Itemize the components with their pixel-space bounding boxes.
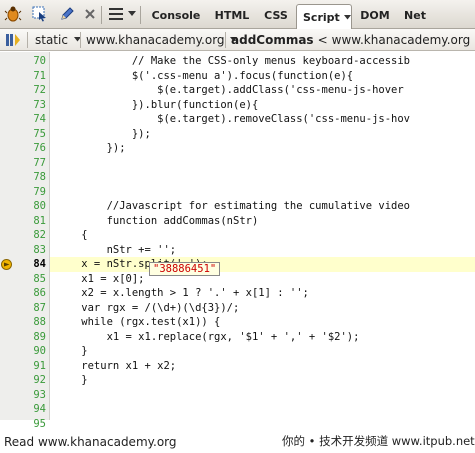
line-number[interactable]: 95 xyxy=(0,417,46,432)
variable-value-tooltip: "38886451" xyxy=(149,262,221,276)
line-number-gutter[interactable]: 70 71 72 73 74 75 76 77 78 79 80 81 82 83 84 85 86 87 88 89… xyxy=(0,52,50,430)
line-number[interactable]: 93 xyxy=(0,388,46,403)
line-number[interactable]: 90 xyxy=(0,344,46,359)
location-separator xyxy=(27,32,28,48)
script-file-selector[interactable]: www.khanacademy.org xyxy=(86,29,237,50)
line-number[interactable]: 88 xyxy=(0,315,46,330)
code-line: } xyxy=(56,374,88,386)
line-number[interactable]: 92 xyxy=(0,373,46,388)
chevron-down-icon xyxy=(343,14,351,19)
tab-script[interactable]: Script xyxy=(296,4,352,29)
line-number[interactable]: 87 xyxy=(0,301,46,316)
script-source-view[interactable]: // Make the CSS-only menus keyboard-acce… xyxy=(51,52,475,420)
tab-css[interactable]: CSS xyxy=(258,5,294,26)
call-stack-separator: < xyxy=(317,32,328,47)
script-location-bar: static www.khanacademy.org addCommas < w… xyxy=(0,29,475,51)
line-number[interactable]: 74 xyxy=(0,112,46,127)
code-line: x2 = x.length > 1 ? '.' + x[1] : ''; xyxy=(56,287,309,299)
tab-script-label: Script xyxy=(303,10,340,24)
line-number[interactable]: 94 xyxy=(0,402,46,417)
line-number[interactable]: 85 xyxy=(0,272,46,287)
edit-pencil-icon[interactable] xyxy=(56,4,78,24)
line-number[interactable]: 89 xyxy=(0,330,46,345)
line-number[interactable]: 81 xyxy=(0,214,46,229)
line-number[interactable]: 82 xyxy=(0,228,46,243)
pause-resume-icon[interactable] xyxy=(2,30,24,50)
inspect-icon[interactable] xyxy=(29,4,51,24)
script-scope-selector[interactable]: static xyxy=(35,29,81,50)
line-number[interactable]: 78 xyxy=(0,170,46,185)
code-line: function addCommas(nStr) xyxy=(56,214,259,227)
firebug-bug-icon[interactable] xyxy=(2,4,24,24)
code-line: }); xyxy=(56,142,126,154)
clear-icon[interactable] xyxy=(80,4,100,24)
code-line: nStr += ''; xyxy=(56,243,177,256)
code-line: $(e.target).addClass('css-menu-js-hover xyxy=(56,84,404,96)
line-number[interactable]: 80 xyxy=(0,199,46,214)
call-stack-file: www.khanacademy.org xyxy=(331,32,471,47)
browser-status-bar: Read www.khanacademy.org 你的 • 技术开发频道 www… xyxy=(0,430,475,453)
tab-html[interactable]: HTML xyxy=(208,5,256,26)
code-line: }).blur(function(e){ xyxy=(56,98,259,111)
status-text: Read www.khanacademy.org xyxy=(4,435,177,449)
firebug-toolbar: Console HTML CSS Script DOM Net xyxy=(0,0,475,29)
code-line: $(e.target).removeClass('css-menu-js-hov xyxy=(56,113,411,125)
code-line: return x1 + x2; xyxy=(56,359,177,372)
code-line: while (rgx.test(x1)) { xyxy=(56,316,221,328)
code-line: // Make the CSS-only menus keyboard-acce… xyxy=(56,55,411,67)
tab-console[interactable]: Console xyxy=(147,5,205,26)
watermark-text: 你的 • 技术开发频道 www.itpub.net xyxy=(282,434,475,448)
line-number[interactable]: 77 xyxy=(0,156,46,171)
line-number[interactable]: 79 xyxy=(0,185,46,200)
execution-pointer-icon xyxy=(1,258,12,270)
code-line: }); xyxy=(56,127,151,140)
line-number[interactable]: 86 xyxy=(0,286,46,301)
line-number[interactable]: 72 xyxy=(0,83,46,98)
toolbar-separator xyxy=(140,6,141,24)
code-line: { xyxy=(56,229,88,241)
list-menu-icon[interactable] xyxy=(105,4,127,24)
call-stack-function: addCommas xyxy=(231,32,314,47)
toolbar-separator xyxy=(101,6,102,24)
code-line: var rgx = /(\d+)(\d{3})/; xyxy=(56,301,240,314)
tab-dom[interactable]: DOM xyxy=(354,5,396,26)
code-line: } xyxy=(56,345,88,357)
line-number[interactable]: 73 xyxy=(0,98,46,113)
code-line: $('.css-menu a').focus(function(e){ xyxy=(56,69,354,82)
chevron-down-icon[interactable] xyxy=(127,4,137,24)
call-stack-frame[interactable]: addCommas < www.khanacademy.org xyxy=(231,29,470,50)
location-separator xyxy=(225,32,226,48)
script-scope-label: static xyxy=(35,32,68,47)
line-number[interactable]: 83 xyxy=(0,243,46,258)
code-line: x1 = x[0]; xyxy=(56,272,145,285)
script-file-label: www.khanacademy.org xyxy=(86,32,225,47)
line-number[interactable]: 70 xyxy=(0,54,46,69)
line-number[interactable]: 75 xyxy=(0,127,46,142)
line-number[interactable]: 76 xyxy=(0,141,46,156)
code-line: //Javascript for estimating the cumulati… xyxy=(56,200,411,212)
location-separator xyxy=(80,32,81,48)
line-number[interactable]: 71 xyxy=(0,69,46,84)
tab-net[interactable]: Net xyxy=(396,5,434,26)
code-line: x1 = x1.replace(rgx, '$1' + ',' + '$2'); xyxy=(56,330,360,343)
line-number[interactable]: 91 xyxy=(0,359,46,374)
